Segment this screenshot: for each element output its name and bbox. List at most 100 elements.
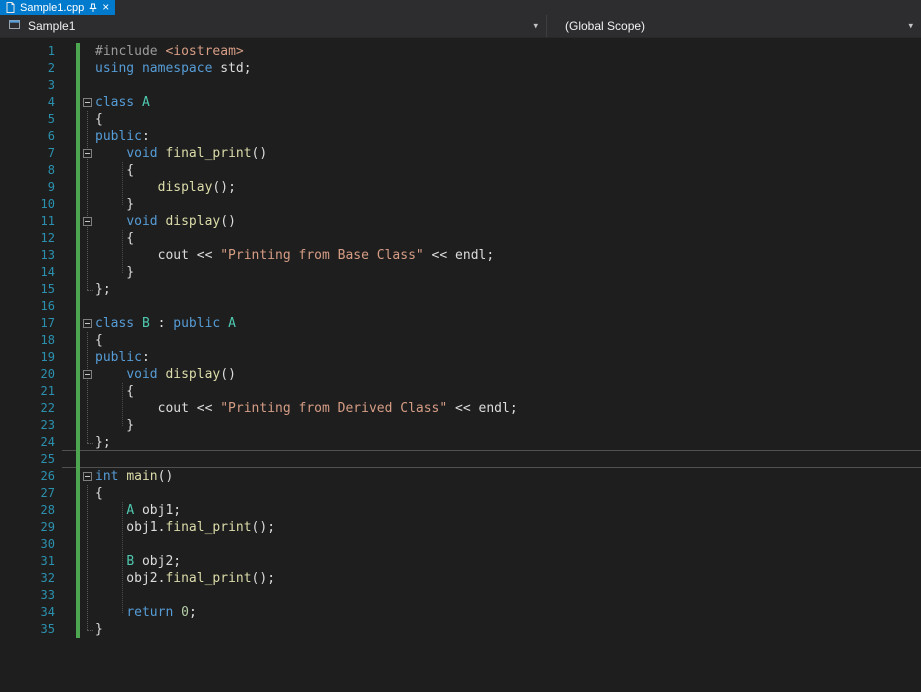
code-line[interactable]: display();: [95, 179, 518, 196]
scope-dropdown-label: (Global Scope): [565, 19, 645, 33]
fold-collapse-box[interactable]: [83, 472, 92, 481]
code-line[interactable]: void display(): [95, 366, 518, 383]
code-line[interactable]: {: [95, 162, 518, 179]
project-dropdown-label: Sample1: [28, 19, 75, 33]
code-line[interactable]: [95, 451, 518, 468]
tab-sample1-cpp[interactable]: Sample1.cpp ×: [0, 0, 115, 15]
code-line[interactable]: }: [95, 621, 518, 638]
fold-collapse-box[interactable]: [83, 217, 92, 226]
line-number[interactable]: 28: [0, 502, 55, 519]
fold-guide-end-tick: [87, 443, 93, 444]
line-number[interactable]: 11: [0, 213, 55, 230]
code-line[interactable]: void final_print(): [95, 145, 518, 162]
line-number[interactable]: 13: [0, 247, 55, 264]
line-number[interactable]: 12: [0, 230, 55, 247]
project-icon: [8, 18, 21, 34]
code-line[interactable]: }: [95, 417, 518, 434]
code-line[interactable]: }: [95, 196, 518, 213]
code-content: #include <iostream>using namespace std; c…: [95, 43, 518, 638]
fold-guide-end-tick: [87, 630, 93, 631]
code-line[interactable]: class B : public A: [95, 315, 518, 332]
line-number[interactable]: 25: [0, 451, 55, 468]
fold-guide-line: [87, 485, 88, 630]
code-line[interactable]: {: [95, 383, 518, 400]
code-line[interactable]: int main(): [95, 468, 518, 485]
line-number[interactable]: 21: [0, 383, 55, 400]
fold-guide-line: [87, 111, 88, 290]
code-line[interactable]: [95, 298, 518, 315]
code-line[interactable]: obj1.final_print();: [95, 519, 518, 536]
line-number[interactable]: 5: [0, 111, 55, 128]
line-number[interactable]: 27: [0, 485, 55, 502]
line-number[interactable]: 30: [0, 536, 55, 553]
code-line[interactable]: #include <iostream>: [95, 43, 518, 60]
code-editor[interactable]: 1234567891011121314151617181920212223242…: [0, 38, 921, 692]
navigation-bar: Sample1 ▾ (Global Scope) ▾: [0, 15, 921, 38]
fold-collapse-box[interactable]: [83, 370, 92, 379]
line-number[interactable]: 23: [0, 417, 55, 434]
line-number[interactable]: 34: [0, 604, 55, 621]
code-line[interactable]: [95, 536, 518, 553]
line-number[interactable]: 26: [0, 468, 55, 485]
line-number[interactable]: 3: [0, 77, 55, 94]
line-number[interactable]: 33: [0, 587, 55, 604]
line-number[interactable]: 31: [0, 553, 55, 570]
line-number[interactable]: 10: [0, 196, 55, 213]
code-line[interactable]: return 0;: [95, 604, 518, 621]
line-number[interactable]: 20: [0, 366, 55, 383]
fold-collapse-box[interactable]: [83, 98, 92, 107]
fold-guide-line: [87, 332, 88, 443]
code-line[interactable]: cout << "Printing from Base Class" << en…: [95, 247, 518, 264]
line-number[interactable]: 15: [0, 281, 55, 298]
code-line[interactable]: };: [95, 281, 518, 298]
code-line[interactable]: public:: [95, 128, 518, 145]
code-line[interactable]: obj2.final_print();: [95, 570, 518, 587]
code-line[interactable]: A obj1;: [95, 502, 518, 519]
line-number[interactable]: 35: [0, 621, 55, 638]
line-number[interactable]: 6: [0, 128, 55, 145]
project-dropdown[interactable]: Sample1 ▾: [0, 15, 547, 37]
fold-collapse-box[interactable]: [83, 319, 92, 328]
code-line[interactable]: public:: [95, 349, 518, 366]
code-line[interactable]: cout << "Printing from Derived Class" <<…: [95, 400, 518, 417]
line-number[interactable]: 29: [0, 519, 55, 536]
line-number[interactable]: 32: [0, 570, 55, 587]
line-number[interactable]: 22: [0, 400, 55, 417]
line-number[interactable]: 19: [0, 349, 55, 366]
line-number[interactable]: 1: [0, 43, 55, 60]
tab-label: Sample1.cpp: [20, 2, 84, 14]
code-line[interactable]: {: [95, 230, 518, 247]
code-line[interactable]: B obj2;: [95, 553, 518, 570]
line-number[interactable]: 16: [0, 298, 55, 315]
code-line[interactable]: void display(): [95, 213, 518, 230]
line-number[interactable]: 8: [0, 162, 55, 179]
pin-icon[interactable]: [89, 3, 97, 13]
close-icon[interactable]: ×: [102, 2, 109, 13]
line-number[interactable]: 18: [0, 332, 55, 349]
line-number[interactable]: 7: [0, 145, 55, 162]
fold-guide-end-tick: [87, 290, 93, 291]
cpp-file-icon: [6, 2, 15, 13]
code-line[interactable]: };: [95, 434, 518, 451]
code-line[interactable]: [95, 77, 518, 94]
code-line[interactable]: {: [95, 332, 518, 349]
code-line[interactable]: {: [95, 485, 518, 502]
line-number[interactable]: 14: [0, 264, 55, 281]
code-line[interactable]: [95, 587, 518, 604]
line-numbers: 1234567891011121314151617181920212223242…: [0, 43, 55, 638]
change-tracking-bar: [76, 43, 80, 638]
line-number[interactable]: 24: [0, 434, 55, 451]
scope-dropdown[interactable]: (Global Scope) ▾: [547, 15, 921, 37]
code-line[interactable]: class A: [95, 94, 518, 111]
code-line[interactable]: }: [95, 264, 518, 281]
line-number[interactable]: 9: [0, 179, 55, 196]
chevron-down-icon: ▾: [533, 21, 538, 32]
code-line[interactable]: {: [95, 111, 518, 128]
chevron-down-icon: ▾: [908, 21, 913, 32]
line-number[interactable]: 4: [0, 94, 55, 111]
tab-bar: Sample1.cpp ×: [0, 0, 921, 15]
code-line[interactable]: using namespace std;: [95, 60, 518, 77]
line-number[interactable]: 17: [0, 315, 55, 332]
line-number[interactable]: 2: [0, 60, 55, 77]
fold-collapse-box[interactable]: [83, 149, 92, 158]
